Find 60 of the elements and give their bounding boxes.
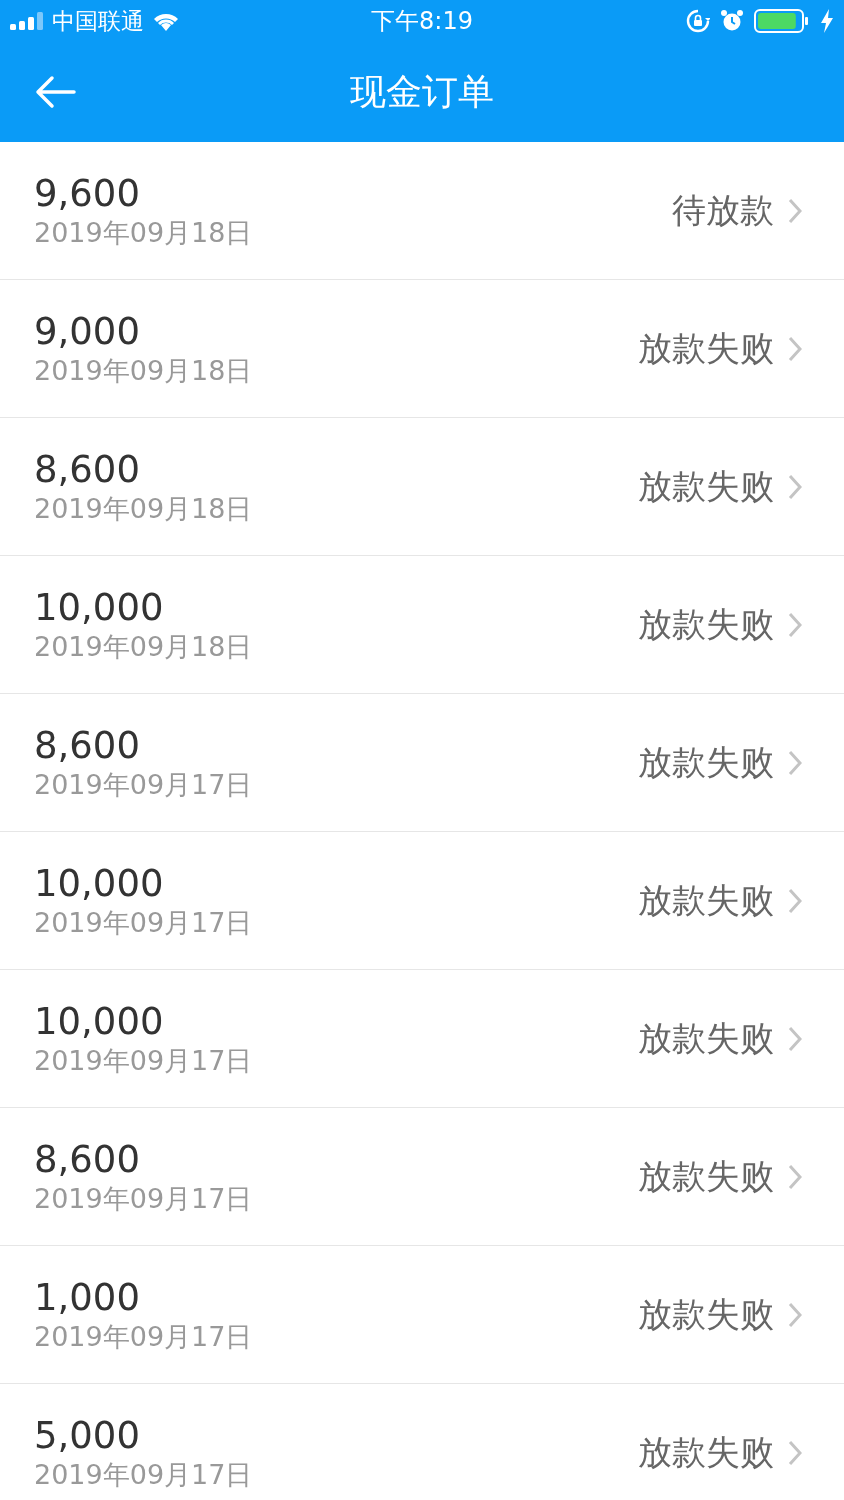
order-date: 2019年09月17日 [34,1181,254,1216]
order-amount: 10,000 [34,999,165,1044]
order-status: 放款失败 [638,878,774,922]
order-amount: 10,000 [34,585,165,630]
order-row[interactable]: 9,600 2019年09月18日 待放款 [0,142,844,280]
order-date: 2019年09月18日 [34,353,254,388]
order-row[interactable]: 9,000 2019年09月18日 放款失败 [0,280,844,418]
carrier-name: 中国联通 [52,6,144,36]
clock-time: 下午8:19 [371,7,473,35]
order-row[interactable]: 8,600 2019年09月17日 放款失败 [0,1108,844,1246]
order-date: 2019年09月17日 [34,1457,254,1492]
order-amount: 1,000 [34,1275,141,1320]
order-row[interactable]: 10,000 2019年09月17日 放款失败 [0,970,844,1108]
order-date: 2019年09月18日 [34,491,254,526]
order-date: 2019年09月17日 [34,1319,254,1354]
order-date: 2019年09月17日 [34,1043,254,1078]
chevron-icon [788,1439,802,1466]
battery-icon [754,9,810,33]
order-date: 2019年09月18日 [34,215,254,250]
order-date: 2019年09月17日 [34,905,254,940]
order-status: 放款失败 [638,1292,774,1336]
order-row[interactable]: 1,000 2019年09月17日 放款失败 [0,1246,844,1384]
order-status: 放款失败 [638,602,774,646]
order-row[interactable]: 10,000 2019年09月17日 放款失败 [0,832,844,970]
order-status: 放款失败 [638,326,774,370]
order-status: 放款失败 [638,740,774,784]
order-row[interactable]: 8,600 2019年09月17日 放款失败 [0,694,844,832]
order-amount: 8,600 [34,447,141,492]
chevron-icon [788,611,802,638]
order-amount: 8,600 [34,1137,141,1182]
order-date: 2019年09月18日 [34,629,254,664]
order-amount: 5,000 [34,1413,141,1458]
chevron-icon [788,1025,802,1052]
page-title: 现金订单 [350,69,494,114]
back-button[interactable] [34,75,76,109]
order-amount: 9,600 [34,171,141,216]
order-amount: 8,600 [34,723,141,768]
alarm-icon [720,9,744,33]
order-status: 待放款 [672,188,774,232]
chevron-icon [788,1163,802,1190]
wifi-icon [152,11,180,31]
order-row[interactable]: 5,000 2019年09月17日 放款失败 [0,1384,844,1500]
order-amount: 10,000 [34,861,165,906]
order-status: 放款失败 [638,1430,774,1474]
chevron-icon [788,197,802,224]
chevron-icon [788,887,802,914]
order-date: 2019年09月17日 [34,767,254,802]
chevron-icon [788,335,802,362]
signal-icon [10,12,44,30]
order-row[interactable]: 8,600 2019年09月18日 放款失败 [0,418,844,556]
order-status: 放款失败 [638,1016,774,1060]
order-status: 放款失败 [638,1154,774,1198]
order-amount: 9,000 [34,309,141,354]
chevron-icon [788,1301,802,1328]
charging-bolt-icon [820,9,834,33]
chevron-icon [788,473,802,500]
order-status: 放款失败 [638,464,774,508]
rotation-lock-icon [686,9,710,33]
chevron-icon [788,749,802,776]
order-row[interactable]: 10,000 2019年09月18日 放款失败 [0,556,844,694]
